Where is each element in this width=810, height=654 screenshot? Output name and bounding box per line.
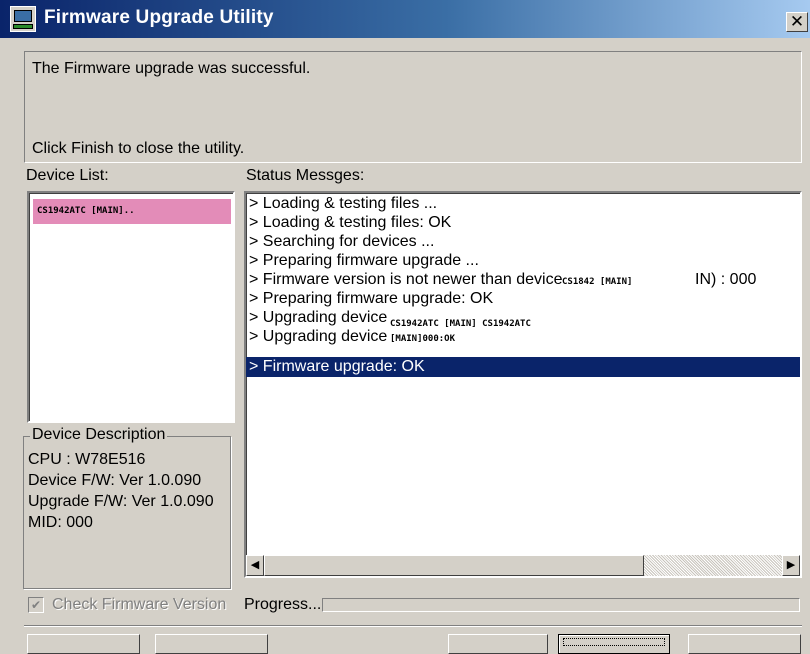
status-message: > Upgrading device — [249, 309, 388, 326]
firmware-utility-icon — [10, 6, 36, 32]
cpu-info: CPU : W78E516 — [28, 451, 146, 468]
upgrade-device-tag: CS1942ATC [MAIN] CS1942ATC — [390, 318, 628, 331]
status-messages-label: Status Messges: — [246, 167, 365, 184]
status-message: > Firmware version is not newer than dev… — [249, 271, 563, 288]
device-fw-info: Device F/W: Ver 1.0.090 — [28, 472, 202, 489]
device-list-label: Device List: — [26, 167, 109, 184]
scroll-left-arrow-icon[interactable]: ◀ — [246, 555, 264, 576]
finish-button[interactable] — [558, 634, 670, 654]
success-message: The Firmware upgrade was successful. — [32, 60, 311, 77]
firmware-version-suffix: IN) : 000 — [695, 271, 757, 288]
horizontal-scrollbar[interactable]: ◀ ▶ — [246, 555, 800, 576]
progress-label: Progress... — [244, 596, 322, 613]
bottom-button-3[interactable] — [448, 634, 548, 654]
status-message: > Preparing firmware upgrade: OK — [249, 290, 494, 307]
status-message: > Loading & testing files ... — [249, 195, 438, 212]
status-message-selected: > Firmware upgrade: OK — [246, 357, 800, 377]
scroll-right-arrow-icon[interactable]: ▶ — [782, 555, 800, 576]
progress-bar — [322, 598, 800, 612]
firmware-device-tag: CS1842 [MAIN] — [562, 274, 686, 290]
check-firmware-checkbox: ✔ — [28, 597, 44, 613]
status-messages-box[interactable]: > Loading & testing files ... > Loading … — [244, 191, 802, 578]
finish-instruction: Click Finish to close the utility. — [32, 140, 245, 157]
bottom-button-1[interactable] — [27, 634, 140, 654]
status-message: > Preparing firmware upgrade ... — [249, 252, 479, 269]
mid-info: MID: 000 — [28, 514, 93, 531]
bottom-button-2[interactable] — [155, 634, 268, 654]
window-title: Firmware Upgrade Utility — [44, 7, 274, 28]
scrollbar-thumb[interactable] — [264, 555, 644, 576]
device-description-group: Device Description CPU : W78E516 Device … — [23, 426, 231, 589]
status-message: > Loading & testing files: OK — [249, 214, 452, 231]
close-button[interactable]: ✕ — [786, 12, 808, 32]
device-description-legend: Device Description — [30, 426, 168, 444]
message-panel: The Firmware upgrade was successful. Cli… — [24, 51, 802, 163]
upgrade-fw-info: Upgrade F/W: Ver 1.0.090 — [28, 493, 214, 510]
check-firmware-label: Check Firmware Version — [52, 596, 227, 613]
status-message: > Upgrading device — [249, 328, 388, 345]
device-list-item[interactable]: CS1942ATC [MAIN].. — [33, 199, 231, 224]
device-list[interactable]: CS1942ATC [MAIN].. — [27, 191, 235, 423]
status-message: > Searching for devices ... — [249, 233, 435, 250]
separator — [24, 625, 802, 627]
upgrade-result-tag: [MAIN]000:OK — [390, 333, 628, 355]
bottom-button-5[interactable] — [688, 634, 801, 654]
title-bar[interactable]: Firmware Upgrade Utility ✕ — [0, 0, 810, 38]
